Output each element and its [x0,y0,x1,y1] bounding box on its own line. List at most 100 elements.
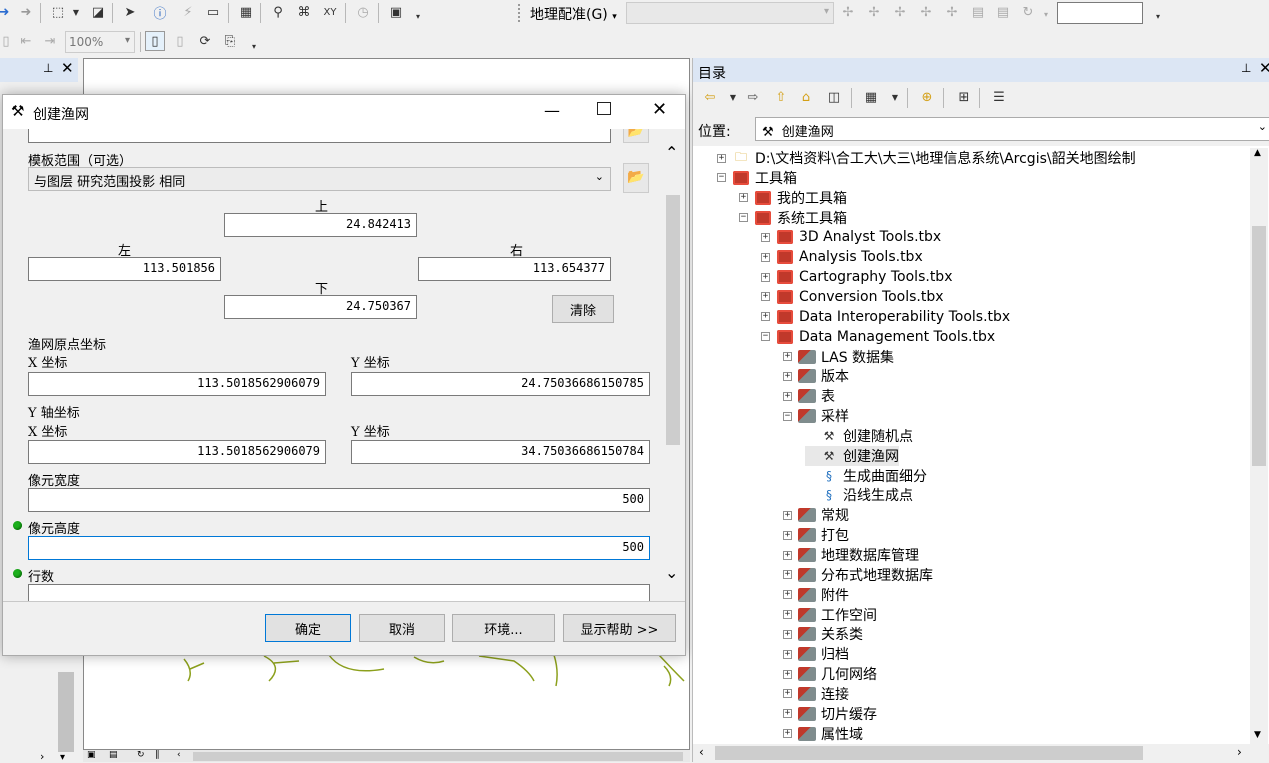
time-slider-icon[interactable]: ◷ [353,2,373,22]
origin-x-field[interactable]: 113.5018562906079 [28,372,326,396]
expand-icon[interactable]: + [783,709,792,719]
bottom-field[interactable]: 24.750367 [224,295,417,319]
tree-item[interactable]: + Cartography Tools.tbx [761,267,952,287]
location-combobox[interactable]: ⚒ 创建渔网 ⌄ [755,117,1269,141]
close-icon[interactable]: ✕ [1259,59,1269,77]
expand-icon[interactable]: + [783,629,792,639]
tree-item[interactable]: + 附件 [783,585,849,605]
tree-item[interactable]: + 归档 [783,644,849,664]
expand-icon[interactable]: + [783,371,792,381]
tree-item[interactable]: + 属性域 [783,724,863,744]
view-link-table-icon[interactable]: ▤ [968,2,988,22]
layout-view-small-icon[interactable]: ▤ [109,750,118,760]
rotation-angle-input[interactable] [1057,2,1143,24]
scroll-up-icon[interactable]: ⌃ [665,143,678,162]
expand-icon[interactable]: + [783,530,792,540]
toolbar-grip-2-icon[interactable]: ▯ [0,31,16,51]
scroll-left-icon[interactable]: ‹ [699,745,704,759]
expand-icon[interactable]: + [783,590,792,600]
views-icon[interactable]: ▦ [861,87,881,107]
tree-item[interactable]: § 生成曲面细分 [805,466,927,486]
previous-extent-icon[interactable]: ⇤ [16,31,36,51]
views-dropdown-icon[interactable]: ▼ [885,87,905,107]
options-icon[interactable]: ☰ [989,87,1009,107]
tree-item[interactable]: + 工作空间 [783,605,877,625]
connect-folder-icon[interactable]: ⊕ [917,87,937,107]
tree-item[interactable]: + 几何网络 [783,664,877,684]
forward-icon[interactable]: ⇨ [743,87,763,107]
pause-small-icon[interactable]: ∥ [155,750,160,760]
scroll-down-icon[interactable]: ▼ [1254,730,1261,740]
expand-icon[interactable]: + [783,689,792,699]
data-view-icon[interactable]: ▯ [145,31,165,51]
tree-item[interactable]: − 工具箱 [717,168,797,188]
right-field[interactable]: 113.654377 [418,257,611,281]
dialog-scrollbar[interactable]: ⌃ ⌄ [664,143,682,599]
tree-item[interactable]: ⚒ 创建渔网 [805,445,899,466]
identify-icon[interactable]: ⓘ [150,2,170,22]
tree-item[interactable]: § 沿线生成点 [805,485,913,505]
tree-item[interactable]: + 常规 [783,505,849,525]
clipped-field[interactable] [28,129,611,143]
toolbar-options-3-icon[interactable]: ▾ [244,36,264,56]
expand-icon[interactable]: + [783,610,792,620]
tree-item[interactable]: + Analysis Tools.tbx [761,247,923,267]
scroll-down-icon[interactable]: ⌄ [665,563,678,582]
toolbar-options-icon[interactable]: ▾ [408,6,428,26]
expand-icon[interactable]: + [783,669,792,679]
forward-arrow-icon[interactable]: ➜ [16,2,36,22]
cell-height-field[interactable]: 500 [28,536,650,560]
scroll-right-icon[interactable]: › [40,750,44,763]
html-popup-icon[interactable]: ▭ [203,2,223,22]
expand-icon[interactable]: + [783,352,792,361]
tree-item[interactable]: + 打包 [783,525,849,545]
tree-view-icon[interactable]: ⊞ [954,87,974,107]
cancel-button[interactable]: 取消 [359,614,445,642]
viewer-icon[interactable]: ▣ [386,2,406,22]
show-help-button[interactable]: 显示帮助 >> [563,614,676,642]
tree-item[interactable]: + 关系类 [783,624,863,644]
expand-icon[interactable]: + [761,252,770,262]
expand-icon[interactable]: + [783,510,792,520]
refresh-view-icon[interactable]: ⟳ [195,31,215,51]
layer-dropdown[interactable]: ▾ [626,2,834,24]
pin-icon[interactable]: ⊥ [1241,61,1251,75]
tree-item[interactable]: + LAS 数据集 [783,347,894,367]
expand-icon[interactable]: + [739,193,748,203]
collapse-icon[interactable]: − [783,411,792,421]
measure-icon[interactable]: ▦ [236,2,256,22]
rectify-icon[interactable]: ▤ [993,2,1013,22]
scale-icon[interactable]: ✢ [942,2,962,22]
clear-button[interactable]: 清除 [552,295,614,323]
tree-item[interactable]: + 分布式地理数据库 [783,565,933,585]
add-control-points-icon[interactable]: ✢ [838,2,858,22]
shift-icon[interactable]: ✢ [916,2,936,22]
tree-item[interactable]: + 版本 [783,366,849,386]
home-icon[interactable]: ⌂ [796,87,816,107]
refresh-small-icon[interactable]: ↻ [137,750,145,760]
next-extent-icon[interactable]: ⇥ [40,31,60,51]
select-features-icon[interactable]: ⬚ [48,2,68,22]
folder-icon[interactable]: 📂 [623,129,649,143]
tree-item[interactable]: − 采样 [783,406,849,426]
yaxis-x-field[interactable]: 113.5018562906079 [28,440,326,464]
open-folder-icon[interactable]: 📂 [623,163,649,193]
minimize-icon[interactable]: — [544,101,560,120]
tree-item[interactable]: + 🗀 D:\文档资料\合工大\大三\地理信息系统\Arcgis\韶关地图绘制 [717,148,1136,168]
expand-icon[interactable]: + [783,729,792,739]
tree-item[interactable]: +3D Analyst Tools.tbx [761,227,941,247]
cell-width-field[interactable]: 500 [28,488,650,512]
expand-icon[interactable]: + [761,312,770,322]
collapse-icon[interactable]: − [761,332,770,342]
find-icon[interactable]: ⚲ [268,2,288,22]
expand-icon[interactable]: + [717,153,726,163]
left-field[interactable]: 113.501856 [28,257,221,281]
origin-y-field[interactable]: 24.75036686150785 [351,372,650,396]
rotate-dropdown-icon[interactable]: ▾ [1036,4,1056,24]
back-dropdown-icon[interactable]: ▼ [723,87,743,107]
collapse-icon[interactable]: − [739,213,748,223]
expand-icon[interactable]: + [761,272,770,282]
tree-item[interactable]: + 表 [783,386,835,406]
expand-icon[interactable]: + [783,391,792,401]
toolbar-grip-icon[interactable] [518,4,521,22]
